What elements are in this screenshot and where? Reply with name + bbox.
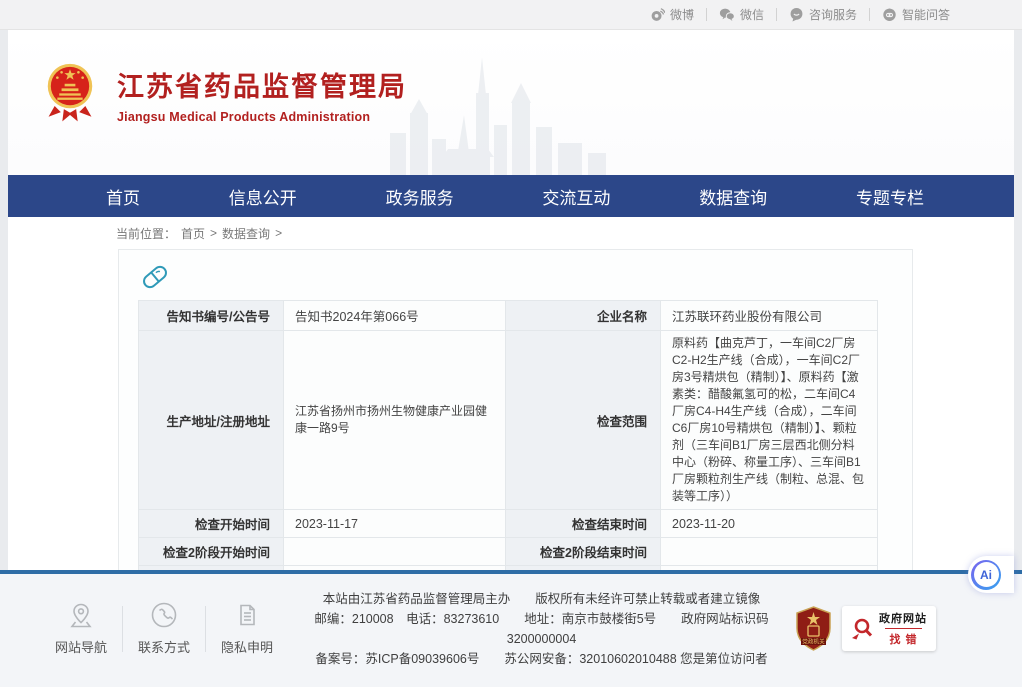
topbar-link-weibo[interactable]: 微博 xyxy=(638,6,706,23)
scope-value: 原料药【曲克芦丁，一车间C2厂房C2-H2生产线（合成），一车间C2厂房3号精烘… xyxy=(661,331,878,510)
ai-button-label: Ai xyxy=(974,562,999,587)
topbar-link-label: 微博 xyxy=(670,6,694,23)
topbar-link-wechat[interactable]: 微信 xyxy=(707,6,776,23)
footer-quick-links: 网站导航 联系方式 隐私申明 xyxy=(40,601,288,656)
nav-item-data-query[interactable]: 数据查询 xyxy=(699,184,767,209)
wechat-icon xyxy=(719,7,735,22)
footer-link-privacy[interactable]: 隐私申明 xyxy=(206,601,288,656)
site-header: 江苏省药品监督管理局 Jiangsu Medical Products Admi… xyxy=(8,30,1014,175)
topbar-link-label: 咨询服务 xyxy=(809,6,857,23)
footer-badges: 党政机关 政府网站 找错 xyxy=(795,606,936,651)
topbar-link-consult[interactable]: 咨询服务 xyxy=(777,6,869,23)
footer-line-contact: 邮编：210008 电话：83273610 地址：南京市鼓楼街5号 政府网站标识… xyxy=(288,609,795,649)
footer-link-label: 隐私申明 xyxy=(221,637,273,656)
topbar: 微博 微信 咨询服务 智能问答 xyxy=(0,0,1022,30)
capsule-icon xyxy=(140,262,170,292)
notice-no-value: 告知书2024年第066号 xyxy=(284,301,506,331)
address-label: 生产地址/注册地址 xyxy=(139,331,284,510)
table-row: 检查2阶段开始时间 检查2阶段结束时间 xyxy=(139,538,878,566)
end-date-value: 2023-11-20 xyxy=(661,510,878,538)
main-nav: 首页 信息公开 政务服务 交流互动 数据查询 专题专栏 xyxy=(8,175,1014,217)
start-date-value: 2023-11-17 xyxy=(284,510,506,538)
nav-item-home[interactable]: 首页 xyxy=(106,184,140,209)
stage2-start-label: 检查2阶段开始时间 xyxy=(139,538,284,566)
start-date-label: 检查开始时间 xyxy=(139,510,284,538)
footer-link-label: 联系方式 xyxy=(138,637,190,656)
national-emblem-logo[interactable] xyxy=(47,63,93,126)
breadcrumb-prefix: 当前位置： xyxy=(116,225,176,242)
breadcrumb-separator: > xyxy=(210,226,217,240)
site-title-block: 江苏省药品监督管理局 Jiangsu Medical Products Admi… xyxy=(117,65,407,124)
breadcrumb-home-link[interactable]: 首页 xyxy=(181,225,205,242)
footer-link-site-map[interactable]: 网站导航 xyxy=(40,601,122,656)
notice-no-label: 告知书编号/公告号 xyxy=(139,301,284,331)
document-icon xyxy=(233,601,261,629)
footer-link-contact[interactable]: 联系方式 xyxy=(123,601,205,656)
gov-site-error-report-badge[interactable]: 政府网站 找错 xyxy=(842,606,936,651)
topbar-link-smart-qa[interactable]: 智能问答 xyxy=(870,6,962,23)
company-label: 企业名称 xyxy=(506,301,661,331)
error-badge-text: 政府网站 找错 xyxy=(879,610,927,647)
topbar-link-label: 智能问答 xyxy=(902,6,950,23)
nav-item-gov-services[interactable]: 政务服务 xyxy=(386,184,454,209)
ai-assistant-button[interactable]: Ai xyxy=(968,556,1014,593)
smart-qa-icon xyxy=(882,7,897,22)
ai-button-ring: Ai xyxy=(971,560,1001,590)
table-row: 检查开始时间 2023-11-17 检查结束时间 2023-11-20 xyxy=(139,510,878,538)
stage2-end-label: 检查2阶段结束时间 xyxy=(506,538,661,566)
party-gov-badge[interactable]: 党政机关 xyxy=(795,606,832,651)
table-row: 告知书编号/公告号 告知书2024年第066号 企业名称 江苏联环药业股份有限公… xyxy=(139,301,878,331)
nav-item-special-topics[interactable]: 专题专栏 xyxy=(856,184,924,209)
table-row: 生产地址/注册地址 江苏省扬州市扬州生物健康产业园健康一路9号 检查范围 原料药… xyxy=(139,331,878,510)
svg-text:党政机关: 党政机关 xyxy=(802,637,825,645)
magnifier-icon xyxy=(851,617,873,641)
error-badge-line2: 找错 xyxy=(885,628,922,647)
stage2-start-value xyxy=(284,538,506,566)
weibo-icon xyxy=(650,7,665,22)
breadcrumb: 当前位置： 首页 > 数据查询 > xyxy=(8,217,1014,249)
footer-line-host: 本站由江苏省药品监督管理局主办 版权所有未经许可禁止转载或者建立镜像 xyxy=(288,589,795,609)
nav-item-interaction[interactable]: 交流互动 xyxy=(542,184,610,209)
company-value: 江苏联环药业股份有限公司 xyxy=(661,301,878,331)
footer: 网站导航 联系方式 隐私申明 本站由江苏省药品监督管理局主办 版权所有未经许可禁… xyxy=(0,570,1022,687)
topbar-link-label: 微信 xyxy=(740,6,764,23)
address-value: 江苏省扬州市扬州生物健康产业园健康一路9号 xyxy=(284,331,506,510)
nav-item-info-disclosure[interactable]: 信息公开 xyxy=(229,184,297,209)
page-container: 江苏省药品监督管理局 Jiangsu Medical Products Admi… xyxy=(8,30,1014,570)
footer-line-icp: 备案号：苏ICP备09039606号 苏公网安备：32010602010488 … xyxy=(288,649,795,669)
main-content: 当前位置： 首页 > 数据查询 > 告知书编号/公告号 xyxy=(8,217,1014,570)
map-pin-icon xyxy=(67,601,95,629)
site-subtitle: Jiangsu Medical Products Administration xyxy=(117,110,407,124)
footer-link-label: 网站导航 xyxy=(55,637,107,656)
breadcrumb-separator: > xyxy=(275,226,282,240)
error-badge-line1: 政府网站 xyxy=(879,610,927,626)
footer-info: 本站由江苏省药品监督管理局主办 版权所有未经许可禁止转载或者建立镜像 邮编：21… xyxy=(288,589,795,669)
phone-icon xyxy=(150,601,178,629)
site-title: 江苏省药品监督管理局 xyxy=(117,65,407,104)
scope-label: 检查范围 xyxy=(506,331,661,510)
stage2-end-value xyxy=(661,538,878,566)
consult-service-icon xyxy=(789,7,804,22)
end-date-label: 检查结束时间 xyxy=(506,510,661,538)
breadcrumb-data-query-link[interactable]: 数据查询 xyxy=(222,225,270,242)
